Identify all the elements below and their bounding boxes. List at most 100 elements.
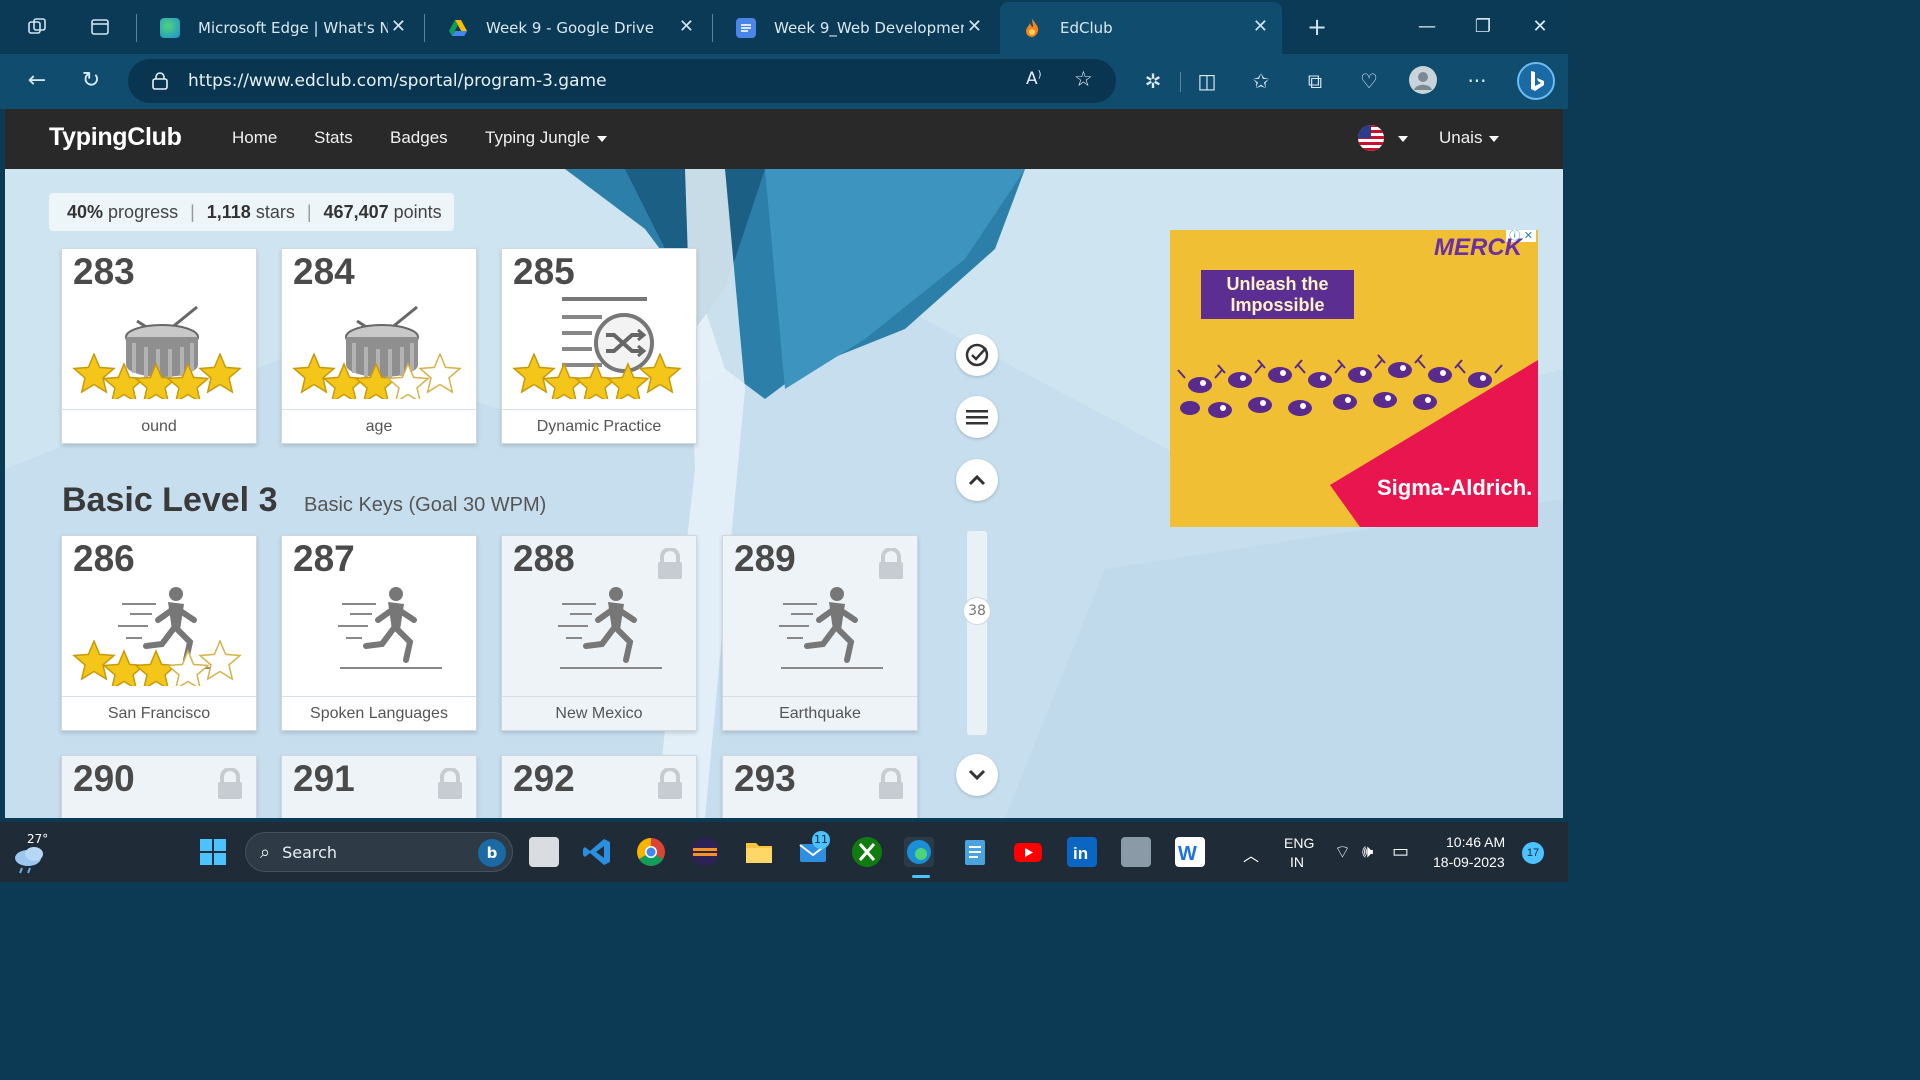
tab-google-docs[interactable]: Week 9_Web Development ✕ bbox=[714, 2, 996, 54]
nav-home[interactable]: Home bbox=[232, 128, 277, 148]
profile-avatar[interactable] bbox=[1409, 66, 1437, 94]
lesson-card-286[interactable]: 286 San Francisco bbox=[61, 535, 257, 731]
close-tab-icon[interactable]: ✕ bbox=[391, 16, 406, 37]
scroll-up-button[interactable] bbox=[956, 459, 998, 501]
star-icon bbox=[72, 640, 116, 681]
lesson-card-289[interactable]: 289 Earthquake bbox=[722, 535, 918, 731]
user-menu[interactable]: Unais bbox=[1439, 128, 1500, 148]
lesson-number: 290 bbox=[73, 758, 135, 799]
padlock-icon bbox=[438, 768, 462, 799]
nav-stats[interactable]: Stats bbox=[314, 128, 353, 148]
favorites-icon[interactable]: ✩ bbox=[1246, 66, 1276, 96]
task-view-icon[interactable] bbox=[529, 837, 559, 867]
tab-title: EdClub bbox=[1060, 19, 1113, 37]
browser-essentials-icon[interactable]: ♡ bbox=[1354, 66, 1384, 96]
site-navbar: TypingClub Home Stats Badges Typing Jung… bbox=[5, 109, 1563, 169]
page-indicator[interactable]: 38 bbox=[963, 597, 991, 625]
padlock-icon bbox=[218, 768, 242, 799]
lesson-card-283[interactable]: 283 ound bbox=[61, 248, 257, 444]
close-tab-icon[interactable]: ✕ bbox=[679, 16, 694, 37]
clock-time[interactable]: 10:46 AM bbox=[1446, 834, 1505, 850]
edge-icon bbox=[160, 18, 180, 38]
extensions-icon[interactable]: ✲ bbox=[1138, 66, 1168, 96]
language-selector[interactable] bbox=[1357, 124, 1408, 156]
restore-icon[interactable]: ❐ bbox=[1463, 12, 1503, 42]
lesson-map: 40% progress | 1,118 stars | 467,407 poi… bbox=[5, 169, 1563, 818]
more-menu-icon[interactable]: ··· bbox=[1462, 66, 1492, 96]
read-aloud-icon[interactable]: A) bbox=[1026, 69, 1042, 89]
runner-icon bbox=[558, 587, 662, 669]
padlock-icon bbox=[658, 548, 682, 579]
typingclub-logo[interactable]: TypingClub bbox=[49, 123, 182, 152]
lesson-card-284[interactable]: 284 age bbox=[281, 248, 477, 444]
bing-copilot-icon[interactable] bbox=[1517, 62, 1555, 100]
wifi-icon[interactable]: ⌔ bbox=[1334, 841, 1351, 864]
webex-w-icon[interactable]: W bbox=[1175, 837, 1205, 867]
taskbar-search[interactable]: ⌕ Search b bbox=[245, 832, 513, 872]
edge-taskbar-icon[interactable] bbox=[904, 837, 934, 867]
tab-edge-whats-new[interactable]: Microsoft Edge | What's New ✕ bbox=[138, 2, 420, 54]
lesson-name: ound bbox=[62, 409, 256, 443]
battery-icon[interactable]: ▭ bbox=[1392, 841, 1409, 862]
lesson-card-292[interactable]: 292 bbox=[501, 755, 697, 818]
workspaces-icon[interactable] bbox=[22, 12, 52, 42]
clock-date[interactable]: 18-09-2023 bbox=[1433, 854, 1505, 870]
lock-icon bbox=[152, 72, 168, 90]
lesson-card-293[interactable]: 293 bbox=[722, 755, 918, 818]
url-field[interactable]: https://www.edclub.com/sportal/program-3… bbox=[128, 59, 1116, 103]
lesson-card-290[interactable]: 290 bbox=[61, 755, 257, 818]
lesson-card-287[interactable]: 287 Spoken Languages bbox=[281, 535, 477, 731]
check-progress-button[interactable] bbox=[956, 334, 998, 376]
minimize-icon[interactable]: — bbox=[1407, 12, 1447, 42]
weather-widget[interactable]: 27° bbox=[10, 832, 60, 874]
chrome-icon[interactable] bbox=[636, 837, 666, 867]
lesson-number: 285 bbox=[513, 251, 575, 292]
close-window-icon[interactable]: ✕ bbox=[1520, 12, 1560, 42]
new-tab-icon[interactable]: + bbox=[1302, 12, 1332, 42]
linkedin-icon[interactable]: in bbox=[1067, 837, 1097, 867]
tab-actions-icon[interactable] bbox=[85, 12, 115, 42]
lesson-card-288[interactable]: 288 New Mexico bbox=[501, 535, 697, 731]
file-explorer-icon[interactable] bbox=[744, 837, 774, 867]
eclipse-icon[interactable] bbox=[690, 837, 720, 867]
lesson-card-291[interactable]: 291 bbox=[281, 755, 477, 818]
youtube-icon[interactable] bbox=[1013, 837, 1043, 867]
region-indicator: IN bbox=[1290, 854, 1304, 870]
tab-google-drive[interactable]: Week 9 - Google Drive ✕ bbox=[426, 2, 708, 54]
speaker-icon[interactable]: 🕪 bbox=[1362, 841, 1373, 862]
split-screen-icon[interactable]: ◫ bbox=[1192, 66, 1222, 96]
refresh-icon[interactable]: ↻ bbox=[76, 66, 106, 96]
star-icon bbox=[354, 362, 398, 399]
favorite-star-icon[interactable]: ☆ bbox=[1074, 67, 1093, 91]
start-windows-icon[interactable] bbox=[199, 838, 227, 870]
lesson-name: age bbox=[282, 409, 476, 443]
notepad-icon[interactable] bbox=[960, 837, 990, 867]
lesson-number: 283 bbox=[73, 251, 135, 292]
notification-badge[interactable]: 17 bbox=[1522, 842, 1544, 864]
mail-icon[interactable]: 11 bbox=[798, 831, 830, 867]
menu-button[interactable] bbox=[956, 396, 998, 438]
language-indicator[interactable]: ENG bbox=[1284, 835, 1314, 851]
close-tab-icon[interactable]: ✕ bbox=[1253, 16, 1268, 37]
nav-badges[interactable]: Badges bbox=[390, 128, 448, 148]
progress-value: 40% bbox=[67, 201, 104, 222]
lesson-card-285[interactable]: 285 Dynamic Practice bbox=[501, 248, 697, 444]
progress-label: progress bbox=[108, 201, 179, 222]
star-rating bbox=[292, 353, 462, 399]
chevron-down-icon bbox=[968, 769, 986, 781]
collections-icon[interactable]: ⧉ bbox=[1300, 66, 1330, 96]
lesson-scroll-track[interactable] bbox=[967, 531, 987, 735]
xbox-icon[interactable] bbox=[852, 837, 882, 867]
chevron-up-icon[interactable]: ︿ bbox=[1243, 842, 1259, 866]
us-flag-icon bbox=[1358, 125, 1384, 151]
scroll-down-button[interactable] bbox=[956, 754, 998, 796]
stars-value: 1,118 bbox=[206, 201, 251, 222]
tab-edclub[interactable]: EdClub ✕ bbox=[1000, 2, 1282, 54]
remote-app-icon[interactable] bbox=[1121, 837, 1151, 867]
advertisement[interactable]: ⓘ ✕ MERCK Unleash the Impossible Sigma-A… bbox=[1170, 230, 1538, 527]
nav-typing-jungle[interactable]: Typing Jungle bbox=[485, 128, 607, 148]
close-tab-icon[interactable]: ✕ bbox=[967, 16, 982, 37]
back-arrow-icon[interactable]: ← bbox=[22, 66, 52, 96]
chevron-down-icon bbox=[596, 135, 607, 142]
vscode-icon[interactable] bbox=[582, 837, 612, 867]
